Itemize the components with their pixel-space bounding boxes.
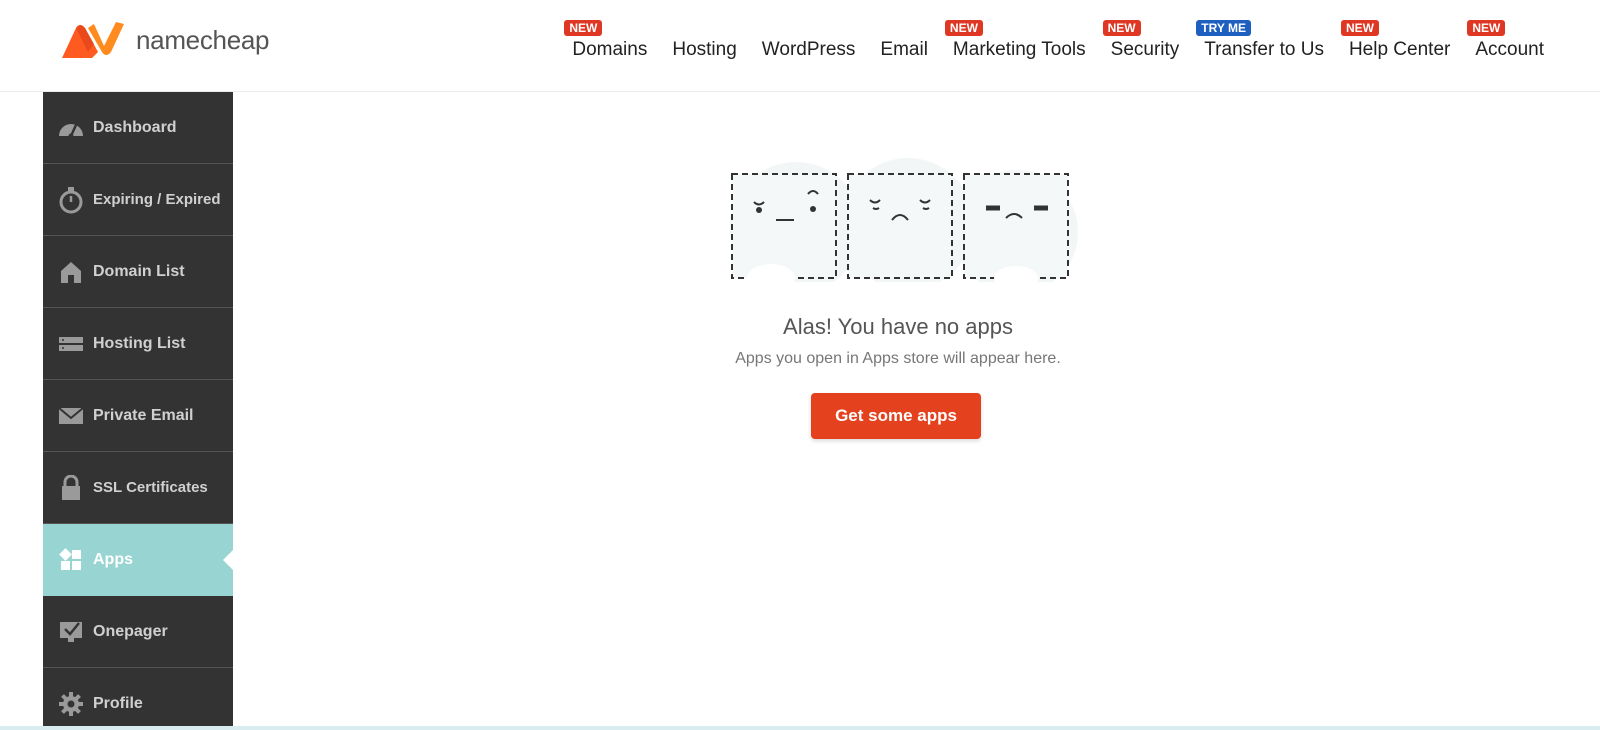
new-badge: NEW (944, 20, 983, 36)
gear-icon (57, 690, 85, 718)
sidebar-item-dashboard[interactable]: Dashboard (43, 92, 233, 164)
sidebar-item-label: Dashboard (93, 118, 177, 136)
home-icon (57, 258, 85, 286)
namecheap-logo-icon (62, 22, 124, 58)
sidebar-item-label: Hosting List (93, 334, 186, 352)
sidebar-item-domain-list[interactable]: Domain List (43, 236, 233, 308)
sidebar-item-onepager[interactable]: Onepager (43, 596, 233, 668)
apps-grid-icon (57, 546, 85, 574)
nav-hosting[interactable]: Hosting (672, 38, 736, 62)
nav-wordpress[interactable]: WordPress (762, 38, 856, 62)
nav-marketing-tools[interactable]: NEW Marketing Tools (944, 20, 1086, 62)
speedometer-icon (57, 114, 85, 142)
namecheap-logo[interactable]: namecheap (58, 18, 269, 62)
nav-label: Security (1110, 39, 1180, 60)
sidebar-item-label: Expiring / Expired (93, 191, 221, 208)
sidebar-item-label: Private Email (93, 406, 194, 424)
empty-state-subtitle: Apps you open in Apps store will appear … (735, 350, 1061, 367)
sidebar-item-label: Profile (93, 694, 143, 712)
nav-label: WordPress (761, 39, 856, 60)
nav-security[interactable]: NEW Security (1102, 20, 1180, 62)
sidebar-item-expiring-expired[interactable]: Expiring / Expired (43, 164, 233, 236)
sidebar-item-apps[interactable]: Apps (43, 524, 233, 596)
lock-icon (57, 474, 85, 502)
sidebar-item-private-email[interactable]: Private Email (43, 380, 233, 452)
nav-label: Marketing Tools (952, 39, 1086, 60)
nav-label: Transfer to Us (1204, 39, 1324, 60)
nav-help-center[interactable]: NEW Help Center (1340, 20, 1451, 62)
nav-label: Email (880, 39, 928, 60)
sidebar-item-hosting-list[interactable]: Hosting List (43, 308, 233, 380)
stopwatch-icon (57, 186, 85, 214)
new-badge: NEW (564, 20, 603, 36)
main-content: Alas! You have no apps Apps you open in … (233, 92, 1600, 730)
sidebar-item-label: Apps (93, 551, 133, 568)
nav-account[interactable]: NEW Account (1467, 20, 1544, 62)
server-icon (57, 330, 85, 358)
envelope-icon (57, 402, 85, 430)
sidebar-item-profile[interactable]: Profile (43, 668, 233, 730)
main-nav: NEW Domains Hosting WordPress Email NEW Ma… (547, 18, 1544, 62)
nav-label: Domains (572, 39, 648, 60)
try-me-badge: TRY ME (1196, 20, 1251, 36)
sidebar-item-label: SSL Certificates (93, 479, 208, 496)
new-badge: NEW (1340, 20, 1379, 36)
onepager-check-icon (57, 618, 85, 646)
sidebar-item-label: Domain List (93, 262, 185, 280)
brand-name: namecheap (136, 24, 270, 55)
nav-label: Hosting (672, 39, 737, 60)
sidebar: Dashboard Expiring / Expired Domain List… (43, 92, 233, 730)
new-badge: NEW (1102, 20, 1141, 36)
sad-boxes-illustration (730, 158, 1078, 282)
get-some-apps-button[interactable]: Get some apps (811, 393, 981, 439)
nav-label: Help Center (1348, 39, 1451, 60)
empty-state-title: Alas! You have no apps (783, 314, 1013, 339)
nav-transfer-to-us[interactable]: TRY ME Transfer to Us (1196, 20, 1324, 62)
sidebar-item-ssl-certificates[interactable]: SSL Certificates (43, 452, 233, 524)
nav-label: Account (1475, 39, 1544, 60)
new-badge: NEW (1467, 20, 1506, 36)
nav-email[interactable]: Email (880, 38, 928, 62)
sidebar-item-label: Onepager (93, 622, 168, 640)
nav-domains[interactable]: NEW Domains (564, 20, 648, 62)
top-header: namecheap NEW Domains Hosting WordPress E… (0, 0, 1600, 92)
bottom-strip (0, 726, 1600, 730)
